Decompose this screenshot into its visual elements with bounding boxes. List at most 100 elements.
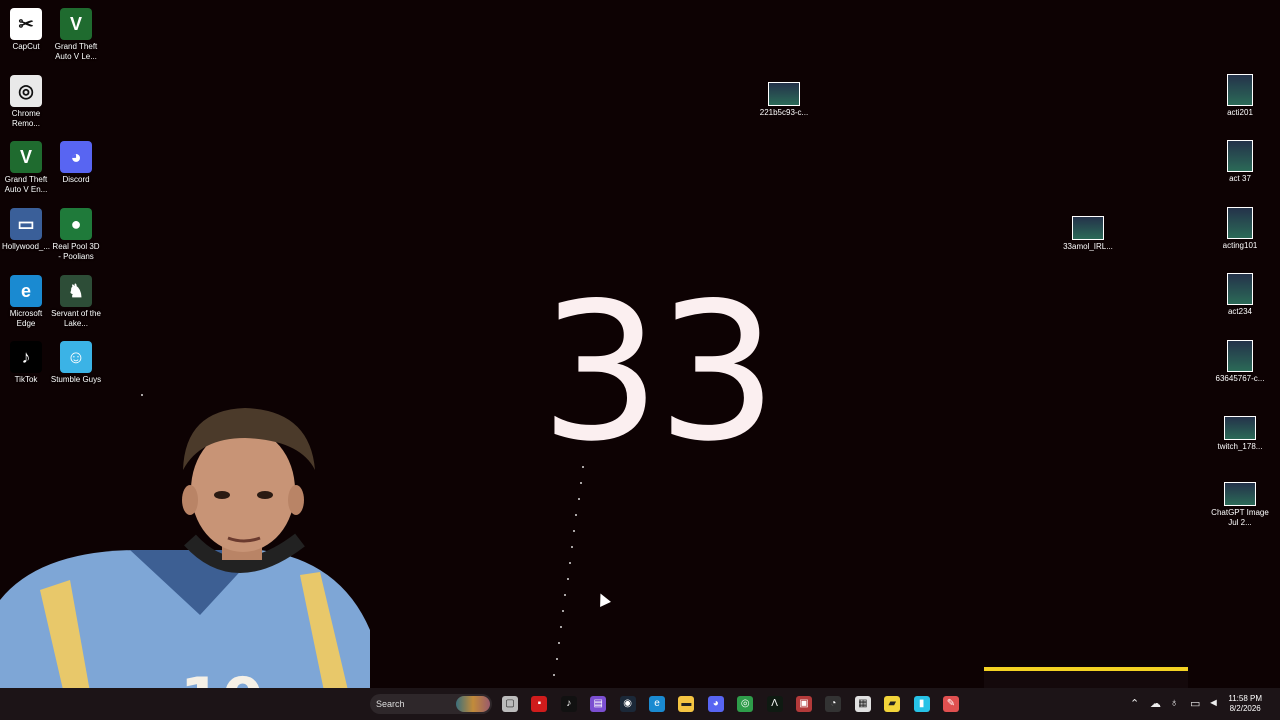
chevron-up-icon[interactable]: ⌃ (1130, 697, 1139, 710)
desktop-file[interactable]: acting101 (1208, 207, 1272, 251)
trail-dot (568, 562, 571, 564)
desktop-file-label: twitch_178... (1217, 442, 1263, 451)
desktop-file[interactable]: act 37 (1208, 140, 1272, 184)
discord-icon[interactable]: ◕ (707, 696, 724, 712)
red-box-icon[interactable]: ▣ (796, 696, 812, 712)
video-thumbnail-icon (1072, 216, 1104, 240)
trail-dot (557, 642, 560, 644)
search-input[interactable] (370, 694, 456, 714)
desktop-icon[interactable]: e Microsoft Edge (0, 275, 52, 329)
taskbar-search-box[interactable] (370, 694, 492, 714)
capcut-icon: ✂ (10, 8, 42, 40)
mouse-cursor (595, 591, 611, 607)
image-thumbnail-icon (1224, 482, 1256, 506)
desktop-icon-label: Grand Theft Auto V Le... (54, 42, 98, 61)
desktop-file[interactable]: twitch_178... (1208, 416, 1272, 452)
desktop-file-label: 221b5c93-c... (759, 108, 809, 117)
search-highlight-image (456, 696, 490, 712)
desktop-file[interactable]: ChatGPT Image Jul 2... (1208, 482, 1272, 528)
desktop-file-label: act 37 (1229, 174, 1251, 183)
image-file-icon: ▭ (10, 208, 42, 240)
desktop-file-label: ChatGPT Image Jul 2... (1211, 508, 1269, 527)
edge-icon[interactable]: e (649, 696, 665, 712)
trail-dot (560, 626, 562, 628)
microphone-icon[interactable]: ♁ (1170, 697, 1178, 709)
trail-dot (141, 394, 143, 396)
desktop-icon[interactable]: ♞ Servant of the Lake... (50, 275, 102, 329)
cloud-icon[interactable]: ☁ (1150, 697, 1161, 710)
image-thumbnail-icon (1227, 140, 1253, 172)
image-thumbnail-icon (1227, 340, 1253, 372)
trail-dot (562, 610, 565, 612)
red-app-icon[interactable]: ▪ (531, 696, 548, 712)
desktop-icon-label: CapCut (12, 42, 40, 51)
desktop-icon[interactable]: ♪ TikTok (0, 341, 52, 385)
desktop-file[interactable]: 221b5c93-c... (752, 82, 816, 118)
trail-dot (573, 530, 576, 532)
image-thumbnail-icon (1227, 273, 1253, 305)
video-thumbnail-icon (1224, 416, 1256, 440)
desktop-icon[interactable]: ● Real Pool 3D - Poolians (50, 208, 102, 262)
desktop-file[interactable]: acti201 (1208, 74, 1272, 118)
countdown-number: 33 (540, 262, 778, 483)
chrome-icon[interactable]: ◎ (737, 696, 754, 712)
desktop-file[interactable]: 63645767-c... (1208, 340, 1272, 384)
chrome-remote-icon: ◎ (10, 75, 42, 107)
desktop-icon-label: TikTok (14, 375, 38, 384)
desktop-icon-label: Microsoft Edge (9, 309, 43, 328)
image-thumbnail-icon (1227, 207, 1253, 239)
desktop-icon[interactable]: V Grand Theft Auto V Le... (50, 8, 102, 62)
tiktok-icon[interactable]: ♪ (560, 696, 577, 712)
desktop-icon[interactable]: ▭ Hollywood_... (0, 208, 52, 252)
clock-date: 8/2/2026 (1229, 704, 1261, 713)
desktop-icon[interactable]: ✂ CapCut (0, 8, 52, 52)
clock-time: 11:58 PM (1228, 694, 1262, 703)
desktop-icon[interactable]: V Grand Theft Auto V En... (0, 141, 52, 195)
sticky-notes-icon[interactable]: ▰ (884, 696, 901, 712)
obs-icon[interactable]: ◔ (825, 696, 842, 712)
store-icon[interactable]: ▦ (854, 696, 871, 712)
desktop-file-label: act234 (1227, 307, 1253, 316)
steam-icon[interactable]: ◉ (619, 696, 636, 712)
trail-dot (579, 482, 582, 484)
desktop-icon-label: Grand Theft Auto V En... (4, 175, 48, 194)
fivem-icon[interactable]: Λ (766, 696, 783, 712)
taskbar (0, 688, 1280, 720)
desktop-icon-label: Hollywood_... (1, 242, 51, 251)
snipping-tool-icon[interactable]: ✎ (943, 696, 959, 712)
network-icon[interactable]: ▭ (1190, 697, 1200, 710)
discord-icon: ◕ (60, 141, 92, 173)
desktop-file-label: 33amol_IRL... (1063, 242, 1113, 251)
desktop-icon[interactable]: ◎ Chrome Remo... (0, 75, 52, 129)
desktop-file-label: 63645767-c... (1215, 374, 1265, 383)
gta-icon: V (10, 141, 42, 173)
desktop-icon-label: Real Pool 3D - Poolians (52, 242, 100, 261)
gta-icon: V (60, 8, 92, 40)
desktop-icon-label: Chrome Remo... (11, 109, 41, 128)
task-view-icon[interactable]: ▢ (502, 696, 518, 712)
desktop-file-label: acting101 (1222, 241, 1258, 250)
file-explorer-icon[interactable]: ▬ (678, 696, 695, 712)
webcam-person-image: 10 (0, 400, 370, 720)
image-thumbnail-icon (1227, 74, 1253, 106)
video-thumbnail-icon (768, 82, 800, 106)
trail-dot (564, 594, 567, 596)
desktop-icon-label: Discord (62, 175, 90, 184)
cyan-app-icon[interactable]: ▮ (913, 696, 930, 712)
desktop-icon[interactable]: ☺ Stumble Guys (50, 341, 102, 385)
trail-dot (575, 514, 578, 516)
desktop-file[interactable]: act234 (1208, 273, 1272, 317)
game-icon: ♞ (60, 275, 92, 307)
volume-icon[interactable]: ◄ (1208, 697, 1219, 709)
edge-icon: e (10, 275, 42, 307)
purple-app-icon[interactable]: ▤ (590, 696, 607, 712)
pool-icon: ● (60, 208, 92, 240)
desktop-icon[interactable]: ◕ Discord (50, 141, 102, 185)
trail-dot (571, 546, 573, 548)
trail-dot (566, 578, 569, 580)
webcam-overlay: 10 (0, 400, 370, 720)
desktop-file[interactable]: 33amol_IRL... (1056, 216, 1120, 252)
trail-dot (577, 498, 580, 500)
taskbar-clock[interactable]: 11:58 PM 8/2/2026 (1228, 694, 1262, 714)
desktop-icon-label: Servant of the Lake... (51, 309, 101, 328)
